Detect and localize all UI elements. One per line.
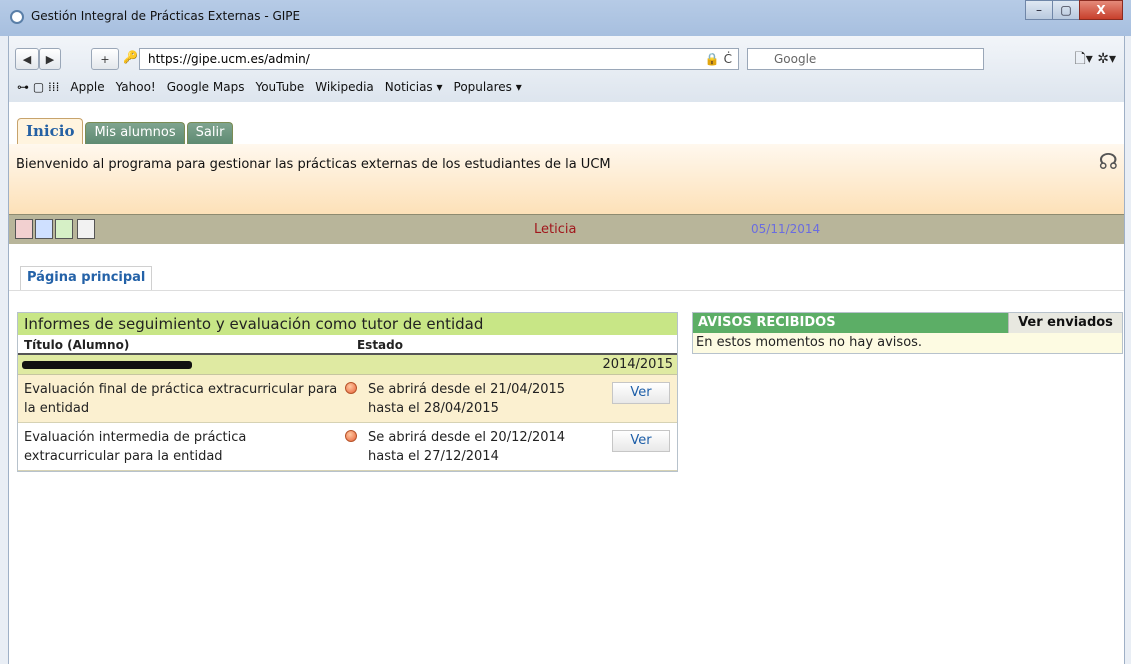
user-name: Leticia xyxy=(534,222,577,237)
bookmark-item[interactable]: Wikipedia xyxy=(315,80,374,94)
report-title: Evaluación intermedia de práctica extrac… xyxy=(24,430,247,464)
url-text: https://gipe.ucm.es/admin/ xyxy=(148,52,310,66)
back-button[interactable]: ◀ xyxy=(15,48,39,70)
minimize-button[interactable]: – xyxy=(1025,0,1053,20)
table-row: Evaluación intermedia de práctica extrac… xyxy=(18,423,677,471)
browser-toolbar: ◀ ▶ + 🔑 https://gipe.ucm.es/admin/ 🔒 Ċ Q… xyxy=(8,36,1125,102)
informes-panel: Informes de seguimiento y evaluación com… xyxy=(17,312,678,472)
bookmark-item[interactable]: Yahoo! xyxy=(116,80,156,94)
redacted-student-name xyxy=(22,361,192,369)
column-title: Título (Alumno) xyxy=(24,338,130,352)
search-input[interactable]: Google xyxy=(747,48,984,70)
main-tabs: Inicio Mis alumnos Salir xyxy=(17,118,235,144)
tab-pagina-principal[interactable]: Página principal xyxy=(20,266,153,290)
bookmark-tools-icon[interactable]: ⊶ ▢ ⁞⁞⁞ xyxy=(17,80,59,94)
welcome-banner: Bienvenido al programa para gestionar la… xyxy=(9,144,1124,214)
window-controls: – ▢ X xyxy=(1025,0,1123,20)
tools-menu-icon[interactable]: 🗋▾ ✲▾ xyxy=(1075,48,1117,72)
ver-button[interactable]: Ver xyxy=(612,382,670,404)
window-titlebar: Gestión Integral de Prácticas Externas -… xyxy=(0,0,1131,36)
avisos-panel: AVISOS RECIBIDOS Ver enviados En estos m… xyxy=(692,312,1123,354)
bookmark-item[interactable]: Populares ▾ xyxy=(454,80,522,94)
ver-enviados-button[interactable]: Ver enviados xyxy=(1008,313,1122,333)
close-button[interactable]: X xyxy=(1079,0,1123,20)
ver-button[interactable]: Ver xyxy=(612,430,670,452)
user-bar: Leticia 05/11/2014 xyxy=(9,214,1124,244)
avisos-header: AVISOS RECIBIDOS Ver enviados xyxy=(693,313,1122,333)
year-row: 2014/2015 xyxy=(18,355,677,375)
academic-year: 2014/2015 xyxy=(602,357,673,372)
tab-mis-alumnos[interactable]: Mis alumnos xyxy=(85,122,185,144)
window-title: Gestión Integral de Prácticas Externas -… xyxy=(31,9,301,23)
status-pending-icon xyxy=(345,382,357,394)
add-bookmark-button[interactable]: + xyxy=(91,48,119,70)
bookmark-item[interactable]: YouTube xyxy=(255,80,304,94)
exit-icon[interactable] xyxy=(55,219,73,239)
table-row: Evaluación final de práctica extracurric… xyxy=(18,375,677,423)
tab-salir[interactable]: Salir xyxy=(186,122,234,144)
tab-inicio[interactable]: Inicio xyxy=(17,118,84,144)
user-icon[interactable] xyxy=(15,219,33,239)
bookmark-item[interactable]: Apple xyxy=(70,80,104,94)
page-content: Inicio Mis alumnos Salir Bienvenido al p… xyxy=(8,102,1125,664)
url-input[interactable]: https://gipe.ucm.es/admin/ 🔒 Ċ xyxy=(139,48,739,70)
bookmark-item[interactable]: Google Maps xyxy=(167,80,245,94)
bookmarks-bar: ⊶ ▢ ⁞⁞⁞ Apple Yahoo! Google Maps YouTube… xyxy=(17,80,533,94)
current-date: 05/11/2014 xyxy=(751,222,821,236)
forward-button[interactable]: ▶ xyxy=(39,48,61,70)
help-icon[interactable] xyxy=(35,219,53,239)
informes-heading: Informes de seguimiento y evaluación com… xyxy=(18,313,677,335)
avisos-empty-message: En estos momentos no hay avisos. xyxy=(693,333,1122,353)
document-icon[interactable] xyxy=(77,219,95,239)
avisos-heading: AVISOS RECIBIDOS xyxy=(693,313,1008,333)
column-state: Estado xyxy=(356,338,403,352)
divider xyxy=(9,290,1124,291)
table-header: Título (Alumno) Estado xyxy=(18,335,677,355)
maximize-button[interactable]: ▢ xyxy=(1052,0,1080,20)
report-title: Evaluación final de práctica extracurric… xyxy=(24,382,338,416)
site-icon: 🔑 xyxy=(123,50,138,64)
status-pending-icon xyxy=(345,430,357,442)
report-state: Se abrirá desde el 20/12/2014 hasta el 2… xyxy=(368,430,566,464)
report-state: Se abrirá desde el 21/04/2015 hasta el 2… xyxy=(368,382,566,416)
handshake-icon: ☊ xyxy=(1098,150,1118,175)
bookmark-item[interactable]: Noticias ▾ xyxy=(385,80,443,94)
browser-icon xyxy=(10,10,24,24)
welcome-text: Bienvenido al programa para gestionar la… xyxy=(16,157,611,172)
reload-icon[interactable]: 🔒 Ċ xyxy=(705,49,732,69)
